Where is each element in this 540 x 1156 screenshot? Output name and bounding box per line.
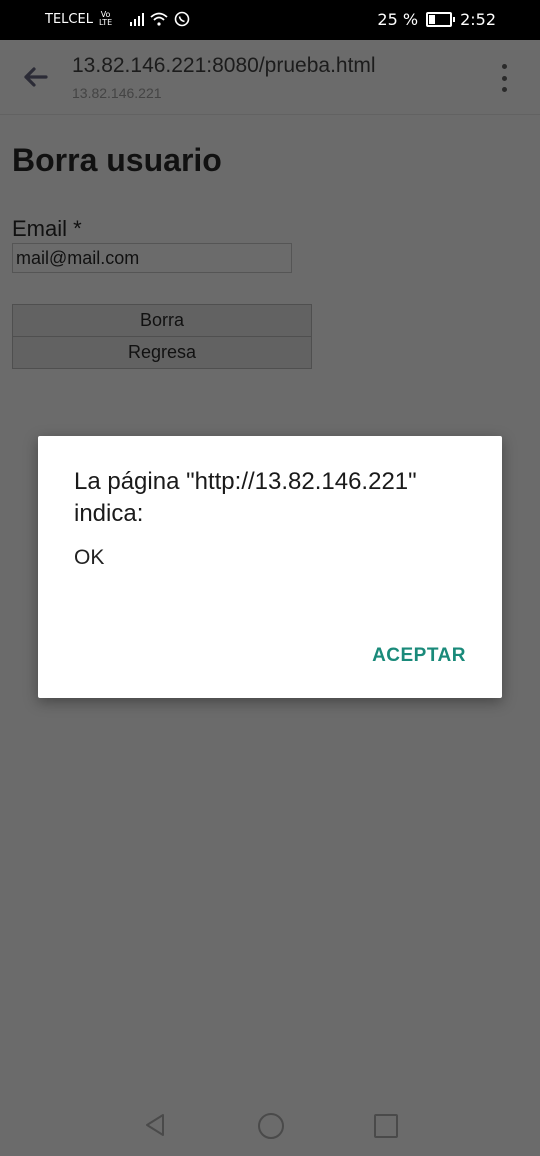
status-right: 25 % 2:52	[377, 10, 496, 29]
email-label: Email *	[12, 216, 82, 241]
dialog-message: OK	[74, 546, 105, 569]
battery-icon	[426, 12, 456, 27]
whatsapp-icon	[174, 11, 190, 27]
alert-dialog: La página "http://13.82.146.221" indica:…	[38, 436, 502, 698]
signal-icon	[130, 12, 145, 26]
url-title: 13.82.146.221:8080/prueba.html	[72, 54, 376, 77]
email-input[interactable]: mail@mail.com	[12, 243, 292, 273]
status-left: TELCEL Vo LTE	[45, 11, 190, 27]
clock: 2:52	[460, 10, 496, 29]
dialog-title: La página "http://13.82.146.221" indica:	[74, 468, 417, 527]
url-subtitle: 13.82.146.221	[72, 85, 162, 101]
volte-icon: Vo LTE	[98, 10, 113, 27]
accept-button[interactable]: ACEPTAR	[372, 645, 466, 667]
wifi-icon	[150, 12, 168, 26]
borra-button[interactable]: Borra	[12, 304, 312, 337]
back-arrow-icon[interactable]	[20, 62, 50, 92]
nav-recents-icon[interactable]	[374, 1114, 398, 1138]
regresa-button[interactable]: Regresa	[12, 336, 312, 369]
page-title: Borra usuario	[12, 142, 222, 178]
url-bar: 13.82.146.221:8080/prueba.html 13.82.146…	[0, 40, 540, 115]
status-bar: TELCEL Vo LTE 25 % 2:52	[0, 0, 540, 40]
carrier-name: TELCEL	[45, 11, 93, 27]
more-options-icon[interactable]	[500, 64, 508, 92]
battery-percent: 25 %	[377, 10, 419, 29]
nav-home-icon[interactable]	[258, 1113, 284, 1139]
nav-back-icon[interactable]	[143, 1112, 167, 1138]
navigation-bar	[0, 1092, 540, 1156]
